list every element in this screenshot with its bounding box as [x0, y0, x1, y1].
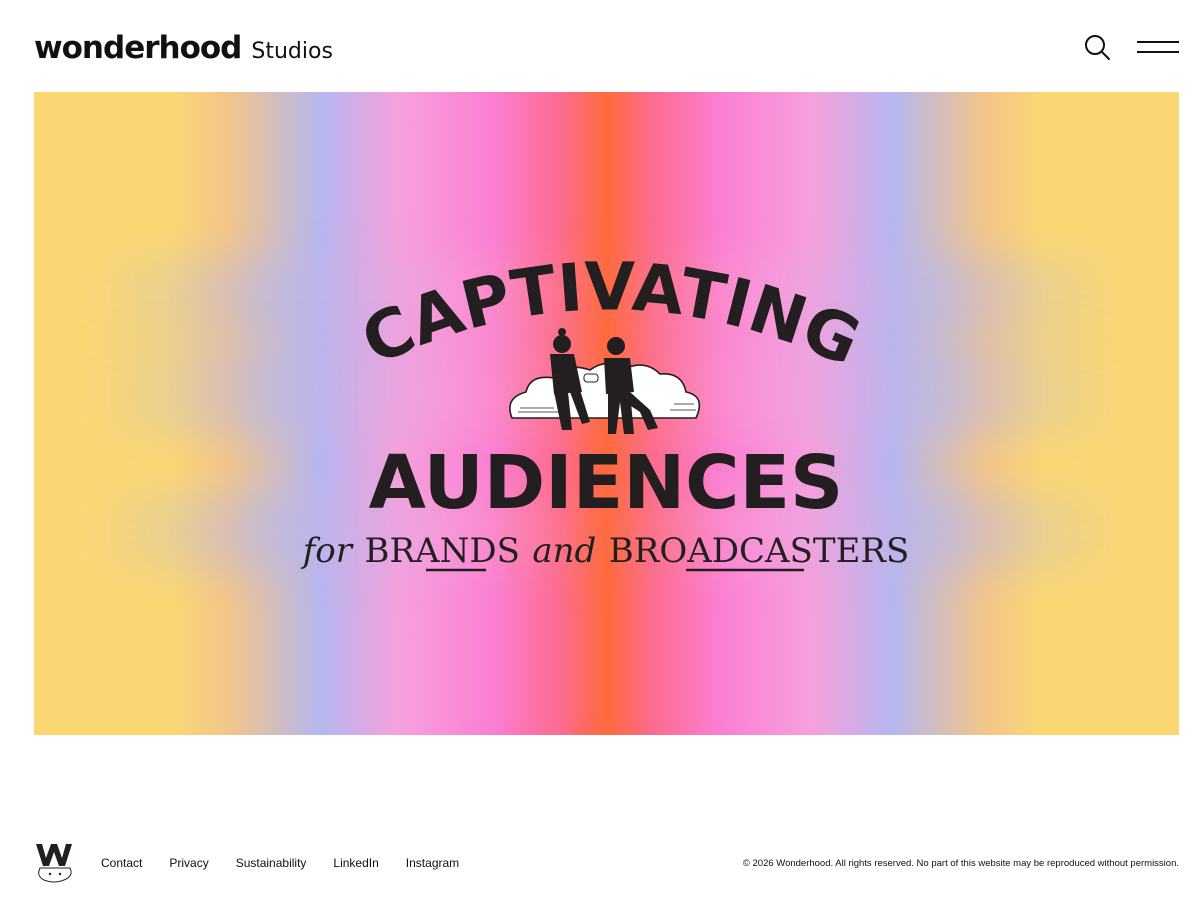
footer-link-instagram[interactable]: Instagram: [406, 856, 459, 870]
hero-banner: CAPTIVATING AUDIENCES for BRANDS and BRO…: [34, 92, 1179, 735]
tagline-and: and: [532, 531, 596, 571]
hamburger-menu-icon: [1137, 40, 1179, 53]
copyright-text: © 2026 Wonderhood. All rights reserved. …: [742, 857, 1179, 869]
tagline-brands: BRANDS: [364, 531, 519, 571]
brand-name: wonderhood: [34, 30, 242, 66]
footer-link-privacy[interactable]: Privacy: [169, 856, 208, 870]
header-actions: [1083, 33, 1179, 64]
hero-headline-main: AUDIENCES: [369, 440, 844, 526]
footer-link-contact[interactable]: Contact: [101, 856, 142, 870]
wonderhood-w-logo-icon: [36, 843, 72, 882]
search-button[interactable]: [1083, 33, 1111, 64]
search-icon: [1085, 34, 1110, 60]
hero-tagline: for BRANDS and BROADCASTERS: [300, 531, 910, 571]
tagline-broadcasters: BROADCASTERS: [609, 531, 910, 571]
footer-nav: Contact Privacy Sustainability LinkedIn …: [101, 856, 459, 870]
cloud-figures-illustration: [509, 328, 701, 434]
brand-subtitle: Studios: [251, 39, 333, 64]
footer-link-sustainability[interactable]: Sustainability: [236, 856, 307, 870]
hero-artwork: CAPTIVATING AUDIENCES for BRANDS and BRO…: [300, 248, 910, 572]
site-header: wonderhood Studios: [34, 26, 1179, 70]
menu-button[interactable]: [1137, 38, 1179, 59]
footer-logo-link[interactable]: [34, 838, 101, 889]
footer-link-linkedin[interactable]: LinkedIn: [333, 856, 378, 870]
site-footer: Contact Privacy Sustainability LinkedIn …: [34, 838, 1179, 888]
tagline-for: for: [300, 531, 354, 571]
brand-logo[interactable]: wonderhood Studios: [34, 30, 333, 66]
